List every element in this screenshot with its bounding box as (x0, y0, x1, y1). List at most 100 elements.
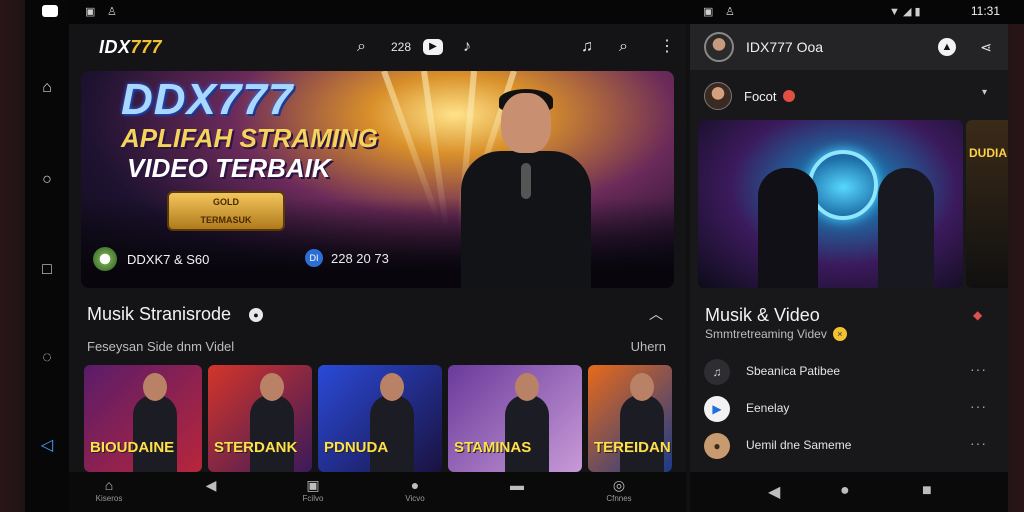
video-thumbnail[interactable]: PDNUDA (318, 365, 442, 472)
thumbnail-title: STAMINAS (454, 439, 532, 456)
more-horizontal-icon[interactable]: ··· (970, 398, 987, 414)
signal-status-icon: ▼ ◢ ▮ (889, 6, 921, 18)
channel-name: DDXK7 & S60 (127, 251, 210, 267)
video-thumbnail[interactable]: BIOUDAINE (84, 365, 202, 472)
section-subtitle: Feseysan Side dnm Videl (87, 339, 235, 354)
thumbnail-head (143, 373, 167, 401)
list-item[interactable]: ♫ Sbeanica Patibee ··· (704, 357, 999, 387)
right-pane: IDX777 Ooa ▲ ⋖ Focot ▾ DUDIA Musik & Vid… (690, 24, 1008, 472)
music-icon: ♫ (704, 359, 730, 385)
channel-row-avatar (704, 82, 732, 110)
share-icon[interactable]: ⋖ (976, 37, 996, 57)
nav-label: Fcilvo (302, 494, 324, 503)
video-thumbnail[interactable]: STERDANK (208, 365, 312, 472)
headset-icon[interactable]: ♫ (581, 36, 593, 58)
close-badge-icon[interactable]: × (832, 327, 847, 341)
list-item[interactable]: ▶ Eenelay ··· (704, 394, 999, 424)
home-icon: ⌂ (104, 477, 114, 493)
thumbnail-head (260, 373, 284, 401)
user-avatar[interactable] (704, 32, 734, 62)
featured-video[interactable] (698, 120, 963, 288)
brand-logo[interactable]: IDX777 (99, 37, 162, 58)
singer-figure (451, 89, 601, 288)
home-nav-icon[interactable]: ● (840, 482, 850, 500)
channel-row[interactable]: Focot (704, 81, 795, 111)
tv-icon: ▬ (510, 477, 524, 493)
pin-rail-icon[interactable]: ◌ (37, 348, 57, 368)
nav-item[interactable]: ● Vicvo (385, 476, 445, 504)
live-dot-icon (782, 90, 795, 102)
search-icon[interactable]: ⌕ (357, 36, 366, 58)
thumbnail-figure (133, 395, 177, 472)
row-dropdown-icon[interactable]: ▾ (982, 87, 987, 98)
ribbon-line-2: TERMASUK (200, 215, 252, 225)
person-status-icon: ♙ (107, 6, 117, 18)
hero-banner[interactable]: DDX777 APLIFAH STRAMING VIDEO TERBAIK GO… (81, 71, 674, 288)
status-bar: ▣ ♙ ▣ ♙ ▼ ◢ ▮ 11:31 (69, 0, 1024, 24)
hero-subtitle-1: APLIFAH STRAMING (121, 123, 379, 153)
play-icon: ▶ (704, 396, 730, 422)
list-item[interactable]: ● Uemil dne Sameme ··· (704, 431, 999, 461)
nav-item[interactable]: ⌂ Kiseros (79, 476, 139, 504)
avatar-icon: ● (704, 433, 730, 459)
thumbnail-head (515, 373, 539, 401)
thumbnail-figure (620, 395, 664, 472)
list-item-label: Eenelay (746, 401, 790, 415)
brand-suffix: 777 (130, 37, 163, 57)
thumbnail-figure (505, 395, 549, 472)
hero-channel[interactable]: DDXK7 & S60 (93, 247, 209, 271)
more-horizontal-icon[interactable]: ··· (970, 361, 987, 377)
gallery-status-icon-2: ▣ (703, 6, 714, 18)
music-note-icon[interactable]: ♪ (463, 36, 471, 58)
thumbnail-title: PDNUDA (324, 439, 389, 456)
thumbnail-head (380, 373, 404, 401)
next-video-thumb[interactable]: DUDIA (966, 120, 1008, 288)
search-icon-2[interactable]: ⌕ (619, 36, 628, 58)
gallery-status-icon: ▣ (85, 6, 96, 18)
nav-item[interactable]: ▣ Fcilvo (283, 476, 343, 504)
thumbnail-title: STERDANK (214, 439, 298, 456)
library-icon: ▣ (306, 477, 320, 493)
system-rail: ⌂ ○ □ ◌ ◁ (25, 0, 69, 512)
cast-icon[interactable]: ▶ (423, 39, 443, 55)
list-item-label: Uemil dne Sameme (746, 438, 852, 452)
upload-icon[interactable]: ▲ (938, 38, 956, 56)
more-horizontal-icon[interactable]: ··· (970, 435, 987, 451)
hero-stats: DI 228 20 73 (305, 249, 389, 267)
hero-subtitle-2: VIDEO TERBAIK (127, 153, 331, 183)
nav-label: Vicvo (405, 494, 425, 503)
performer-figure (758, 168, 818, 288)
right-section-subtitle: Smmtretreaming Videv × (705, 327, 847, 341)
nav-item[interactable]: ◎ Cfnnes (589, 476, 649, 504)
share-rail-icon[interactable]: ◁ (37, 436, 57, 456)
right-section-subtitle-text: Smmtretreaming Videv (705, 327, 827, 341)
back-nav-icon[interactable]: ◀ (768, 482, 780, 502)
stats-icon: DI (305, 249, 323, 267)
main-pane: IDX777 ⌕ 228 ▶ ♪ ♫ ⌕ ⋮ DDX777 APLIFAH ST… (69, 24, 686, 512)
nav-item[interactable]: ▬ (487, 476, 547, 494)
thumbnail-title: TEREIDAN (594, 439, 671, 456)
channel-avatar (93, 247, 117, 271)
circle-rail-icon[interactable]: ○ (37, 170, 57, 190)
home-rail-icon[interactable]: ⌂ (37, 78, 57, 98)
square-rail-icon[interactable]: □ (37, 260, 57, 280)
video-thumbnail[interactable]: TEREIDAN (588, 365, 672, 472)
more-icon[interactable]: ⋮ (659, 36, 675, 58)
singer-head (501, 93, 551, 153)
info-badge-icon[interactable]: ● (249, 308, 263, 322)
right-header: IDX777 Ooa ▲ ⋖ (690, 24, 1008, 70)
edit-icon[interactable]: ◆ (973, 308, 982, 322)
chat-icon: ● (410, 477, 420, 493)
video-thumbnail[interactable]: STAMINAS (448, 365, 582, 472)
chevron-up-icon[interactable]: ︿ (649, 304, 663, 324)
profile-icon: ◎ (612, 477, 626, 493)
nav-item[interactable]: ◀ (181, 476, 241, 494)
nav-label: Kiseros (95, 494, 123, 503)
neon-ring (808, 150, 878, 220)
thumbnail-row: BIOUDAINE STERDANK PDNUDA STAMINAS TEREIDAN (84, 365, 674, 472)
recents-nav-icon[interactable]: ■ (922, 482, 932, 500)
performer-figure (878, 168, 934, 288)
channel-row-name: Focot (744, 88, 777, 104)
nav-label: Cfnnes (606, 494, 632, 503)
section-link[interactable]: Uhern (631, 339, 666, 354)
